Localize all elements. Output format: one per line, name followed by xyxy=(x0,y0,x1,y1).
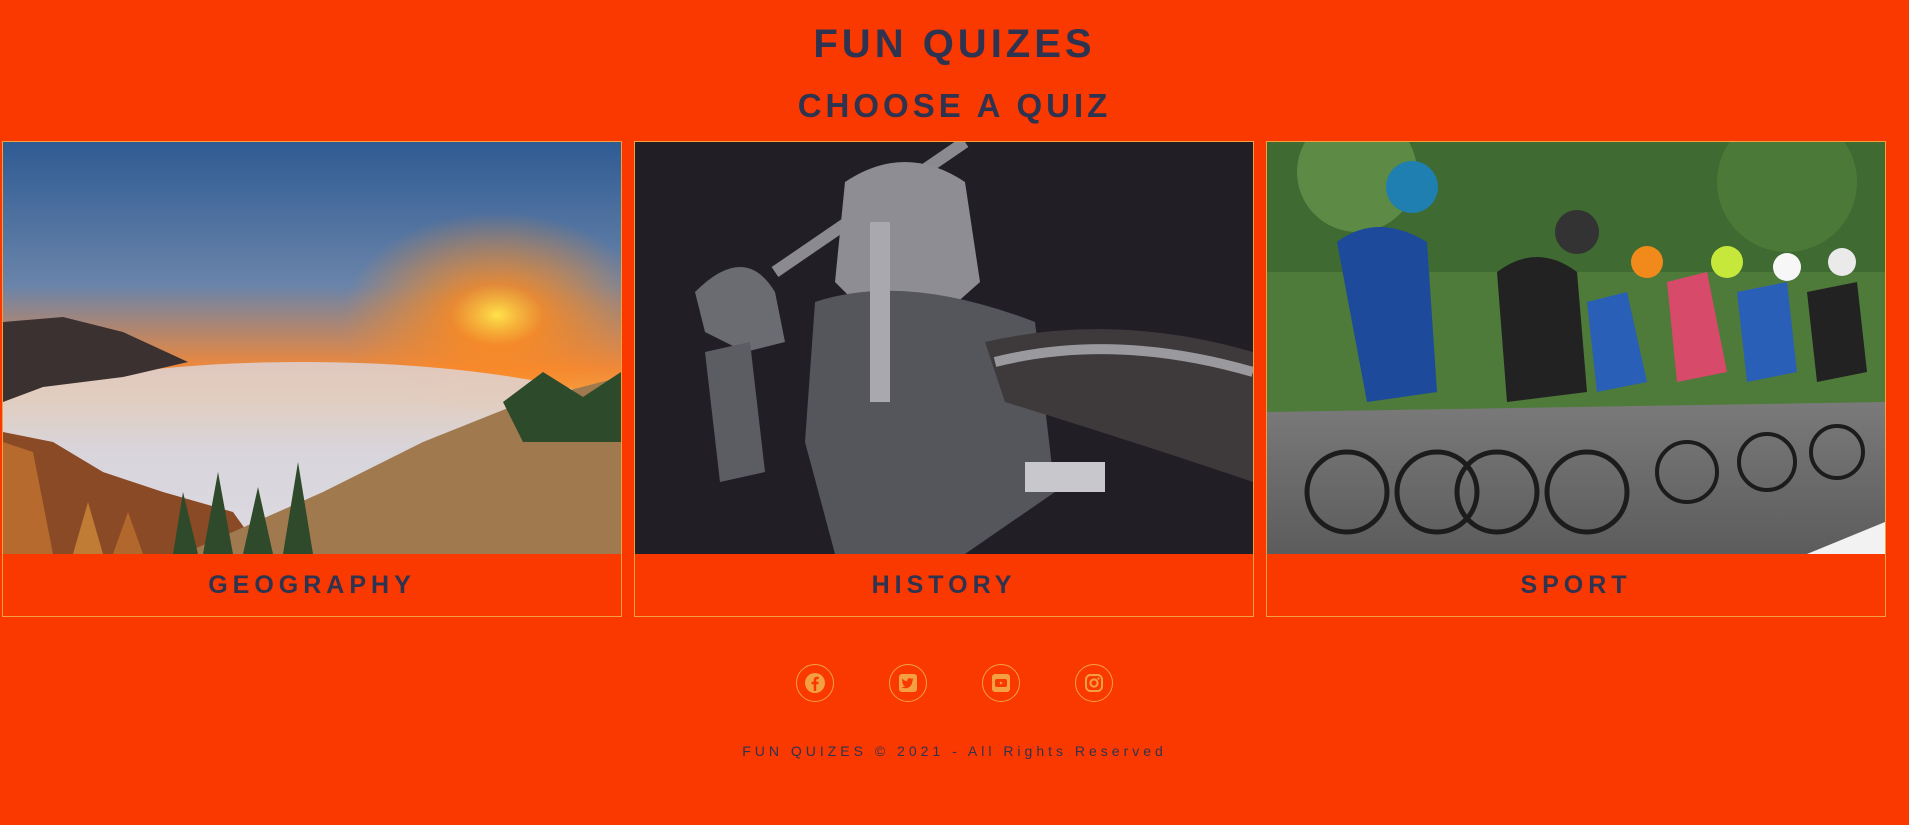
quiz-card-geography[interactable]: GEOGRAPHY xyxy=(2,141,622,617)
facebook-link[interactable] xyxy=(796,664,834,702)
sport-image[interactable] xyxy=(1267,142,1885,554)
footer-copyright: FUN QUIZES © 2021 - All Rights Reserved xyxy=(742,743,1167,759)
instagram-link[interactable] xyxy=(1075,664,1113,702)
social-links xyxy=(0,664,1909,702)
youtube-icon xyxy=(990,672,1012,694)
quiz-label-history[interactable]: HISTORY xyxy=(635,554,1253,616)
quiz-card-history[interactable]: HISTORY xyxy=(634,141,1254,617)
youtube-link[interactable] xyxy=(982,664,1020,702)
facebook-icon xyxy=(804,672,826,694)
history-image[interactable] xyxy=(635,142,1253,554)
quiz-card-list: GEOGRAPHY HISTORY SPORT xyxy=(2,141,1892,617)
twitter-link[interactable] xyxy=(889,664,927,702)
page-subtitle: CHOOSE A QUIZ xyxy=(797,87,1112,124)
twitter-icon xyxy=(897,672,919,694)
instagram-icon xyxy=(1083,672,1105,694)
quiz-label-geography[interactable]: GEOGRAPHY xyxy=(3,554,621,616)
site-title: FUN QUIZES xyxy=(813,22,1096,66)
geography-image[interactable] xyxy=(3,142,621,554)
quiz-card-sport[interactable]: SPORT xyxy=(1266,141,1886,617)
quiz-label-sport[interactable]: SPORT xyxy=(1267,554,1885,616)
